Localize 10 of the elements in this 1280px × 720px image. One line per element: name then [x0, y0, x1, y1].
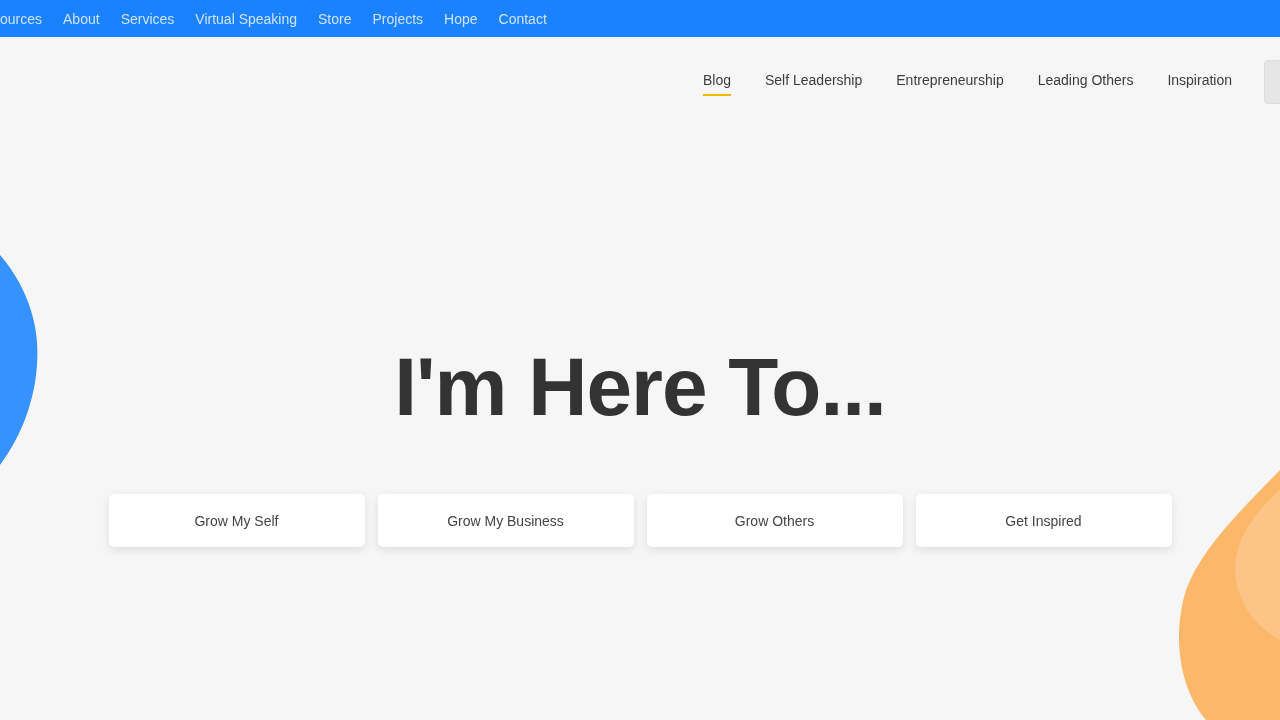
category-link[interactable]: Inspiration — [1167, 66, 1232, 96]
hero-heading: I'm Here To... — [394, 346, 886, 428]
option-button[interactable]: Grow My Business — [377, 494, 634, 547]
option-button[interactable]: Grow My Self — [108, 494, 365, 547]
category-link[interactable]: Self Leadership — [764, 66, 863, 96]
category-link[interactable]: Entrepreneurship — [896, 66, 1004, 96]
option-button[interactable]: Get Inspired — [915, 494, 1172, 547]
category-link[interactable]: Blog — [702, 66, 731, 96]
option-button[interactable]: Grow Others — [646, 494, 903, 547]
category-link[interactable]: Leading Others — [1037, 66, 1134, 96]
